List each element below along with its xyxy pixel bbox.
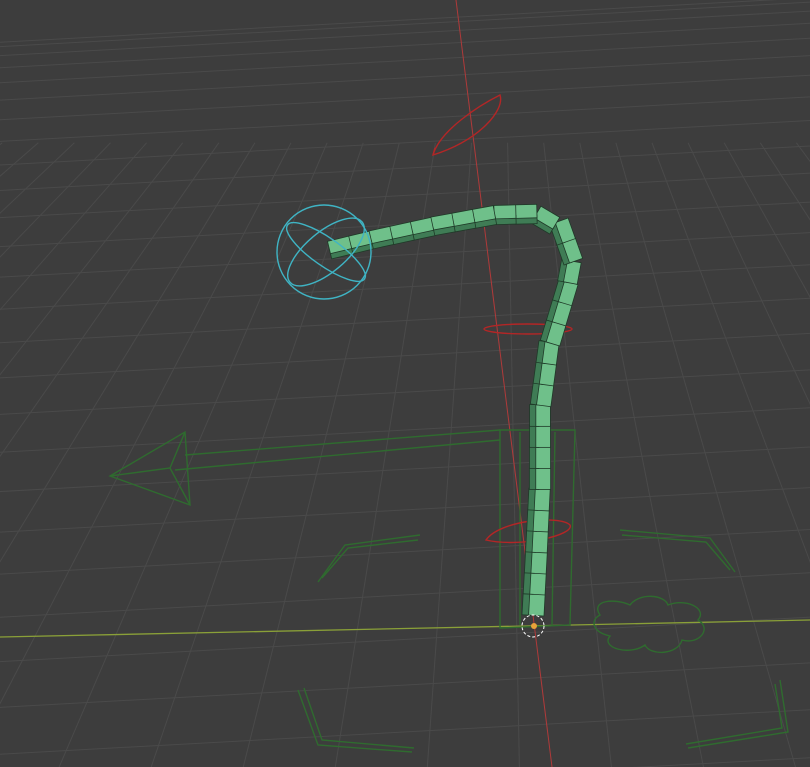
grid-line xyxy=(150,142,364,767)
grid-line xyxy=(0,297,810,344)
grid-line xyxy=(0,709,810,755)
floor-corner-control-bottom-left[interactable] xyxy=(297,687,415,753)
tail-segment xyxy=(531,529,549,554)
top-rotation-ring[interactable] xyxy=(431,94,502,157)
grid-line xyxy=(0,1,810,48)
tail-segment xyxy=(532,508,550,533)
grid-line xyxy=(0,264,810,310)
tail-segment xyxy=(538,361,557,387)
grid-line xyxy=(0,142,147,311)
grid-line xyxy=(0,142,111,258)
tail-segment xyxy=(529,571,547,596)
grid-line xyxy=(0,407,810,453)
grid-line xyxy=(0,142,39,177)
grid-line xyxy=(0,172,810,219)
grid-line xyxy=(0,142,75,214)
tail-segment xyxy=(536,382,555,408)
grid-line xyxy=(0,332,810,379)
tail-segment xyxy=(493,204,517,220)
grid-line xyxy=(795,142,810,163)
grid-line xyxy=(0,662,810,708)
grid-line xyxy=(0,142,256,563)
grid-line xyxy=(0,96,810,142)
grid-line xyxy=(0,529,810,575)
grid-line xyxy=(579,142,704,767)
tail-segment xyxy=(530,550,548,575)
grid-line xyxy=(0,22,810,69)
floor-corner-control-right[interactable] xyxy=(619,529,736,573)
grid-line xyxy=(0,145,810,191)
grid-line xyxy=(0,487,810,533)
grid-line xyxy=(632,757,810,767)
viewport-canvas[interactable] xyxy=(0,0,810,767)
floor-grid xyxy=(0,0,810,767)
tail-segment xyxy=(535,404,551,427)
grid-line xyxy=(0,572,810,618)
grid-line xyxy=(0,142,184,376)
tail-segment xyxy=(535,446,551,469)
grid-line xyxy=(759,142,810,221)
grid-line xyxy=(0,0,779,43)
tail-segment xyxy=(528,592,546,617)
tail-segment xyxy=(535,425,551,448)
grid-line xyxy=(0,369,810,415)
grid-line xyxy=(0,74,810,121)
grid-line xyxy=(0,10,810,57)
grid-line xyxy=(507,142,520,767)
3d-viewport[interactable] xyxy=(0,0,810,767)
tail-segment xyxy=(514,203,538,219)
tail-segment xyxy=(535,467,552,490)
tail-segment xyxy=(533,487,551,512)
